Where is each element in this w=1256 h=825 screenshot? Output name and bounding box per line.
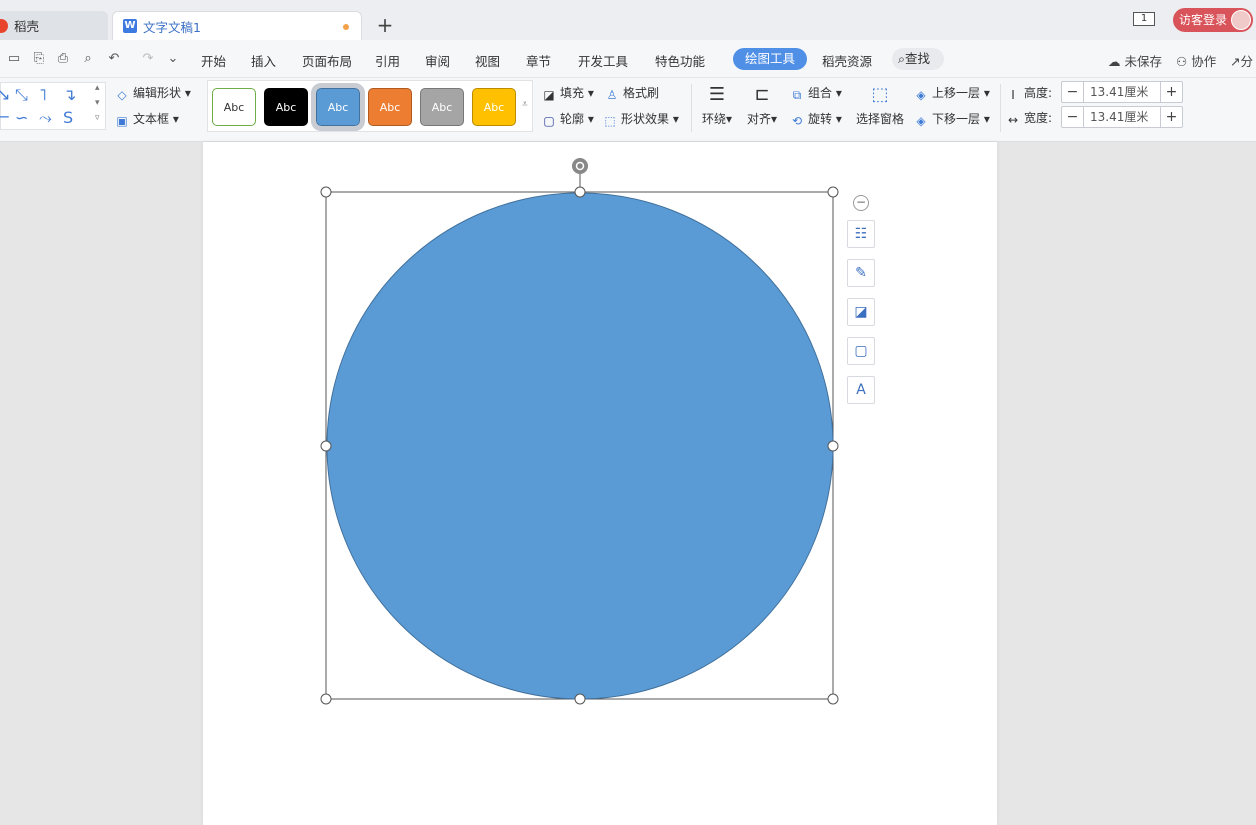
collapse-toolbar-button[interactable]: − (853, 195, 869, 211)
resize-handle-left[interactable] (320, 440, 332, 452)
resize-handle-bottom[interactable] (574, 693, 586, 705)
outline-icon[interactable]: ▢ (847, 337, 875, 365)
resize-handle-bottom-right[interactable] (827, 693, 839, 705)
resize-handle-top-right[interactable] (827, 186, 839, 198)
resize-handle-top[interactable] (574, 186, 586, 198)
resize-handle-top-left[interactable] (320, 186, 332, 198)
fill-icon[interactable]: ◪ (847, 298, 875, 326)
brush-icon[interactable]: ✎ (847, 259, 875, 287)
resize-handle-bottom-left[interactable] (320, 693, 332, 705)
rotate-handle-icon[interactable] (572, 158, 588, 174)
text-box-icon[interactable]: A (847, 376, 875, 404)
circle-shape[interactable] (326, 192, 834, 700)
drawing-canvas (320, 158, 839, 705)
resize-handle-right[interactable] (827, 440, 839, 452)
layout-options-icon[interactable]: ☷ (847, 220, 875, 248)
